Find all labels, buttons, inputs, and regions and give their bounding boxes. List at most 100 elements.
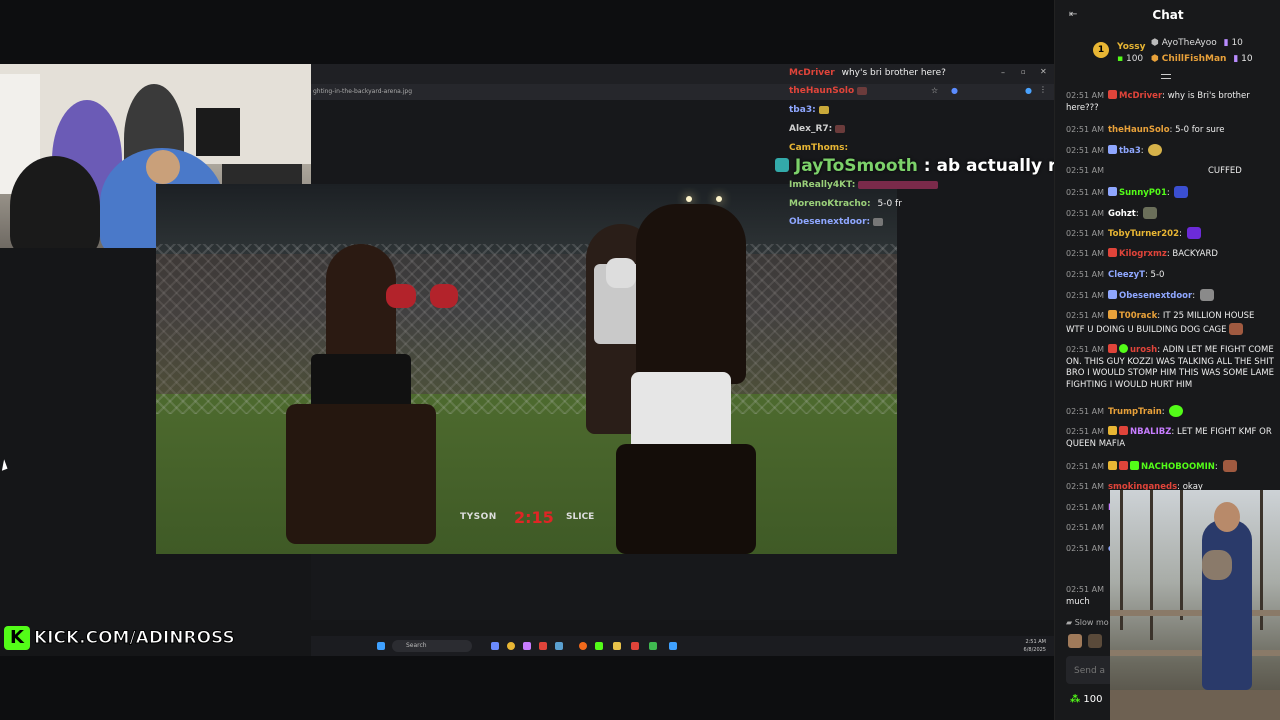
leaderboard-user-points: 10 (1241, 54, 1253, 64)
points-icon: ⁂ (1070, 694, 1081, 705)
window-close-icon[interactable]: ✕ (1040, 67, 1047, 76)
message-user[interactable]: NBALIBZ (1130, 427, 1171, 437)
points-value: 100 (1083, 694, 1103, 705)
message-user[interactable]: CleezyT (1108, 270, 1145, 280)
message-user[interactable]: NACHOBOOMIN (1141, 462, 1215, 472)
overlay-chat-row: Obesenextdoor: (789, 217, 883, 233)
file-explorer-icon[interactable] (613, 642, 621, 650)
overlay-chat-text: why's bri brother here? (841, 68, 946, 78)
bookmark-star-icon[interactable]: ☆ (931, 86, 938, 95)
slow-mode-icon: ▰ (1066, 618, 1073, 627)
chat-message: 02:51 AM NACHOBOOMIN: (1066, 460, 1274, 474)
taskbar-date: 6/8/2025 (1023, 647, 1046, 653)
chat-message: 02:51 AM much (1066, 584, 1110, 608)
profile-icon[interactable]: ● (1025, 86, 1032, 95)
gift-icon: ⬢ (1151, 54, 1159, 64)
taskbar-clock[interactable]: 2:51 AM 6/8/2025 (1024, 638, 1046, 654)
kick-app-icon[interactable] (595, 642, 603, 650)
leaderboard-user-points: 10 (1231, 38, 1243, 48)
emote-icon (1174, 186, 1189, 198)
message-user[interactable]: Kilogrxmz (1119, 249, 1167, 259)
chat-message: 02:51 AM SunnyP01: (1066, 186, 1274, 200)
overlay-chat-row: McDriver why's bri brother here? (789, 68, 946, 84)
featured-badge-icon (775, 158, 789, 172)
fighter-slice-legs (616, 444, 756, 554)
overlay-chat-user: tba3: (789, 105, 816, 115)
overlay-chat-row: MorenoKtracho: 5-0 fr (789, 199, 902, 215)
window-maximize-icon[interactable]: ▫ (1021, 68, 1026, 76)
kick-points-icon: ▪ (1117, 54, 1124, 64)
chat-message: 02:51 AMM (1066, 502, 1110, 515)
overlay-chat-user: MorenoKtracho: (789, 199, 871, 209)
guest-webcam (1110, 490, 1280, 720)
chat-message: 02:51 AMe (1066, 543, 1110, 556)
taskbar-app-icon[interactable] (539, 642, 547, 650)
crown-badge-icon (1107, 461, 1117, 470)
windows-start-icon[interactable] (377, 642, 385, 650)
fighter-left-name: TYSON (460, 512, 497, 522)
message-user[interactable]: Obesenextdoor (1119, 291, 1192, 301)
webcam-person-dark (10, 156, 100, 248)
leaderboard-user: ChillFishMan (1161, 54, 1227, 64)
fighter-tyson-glove-right (430, 284, 458, 308)
message-user[interactable]: theHaunSolo (1108, 125, 1170, 135)
menu-kebab-icon[interactable]: ⋮ (1039, 85, 1047, 94)
chatter-avatar[interactable] (1068, 634, 1082, 648)
windows-taskbar: Search 2:51 AM 6/8/2025 (311, 636, 1054, 656)
message-user[interactable]: SunnyP01 (1119, 188, 1167, 198)
webcam-tree (1120, 490, 1123, 630)
expand-leaderboard-icon[interactable] (1161, 74, 1171, 79)
message-user[interactable]: Gohzt (1108, 209, 1136, 219)
message-user[interactable]: TrumpTrain (1108, 407, 1162, 417)
badge-icon (1107, 187, 1117, 196)
steam-icon[interactable] (555, 642, 563, 650)
taskbar-app-icon[interactable] (631, 642, 639, 650)
badge-icon (1107, 90, 1117, 99)
emote-icon (1199, 289, 1214, 301)
extension-icon[interactable]: ● (951, 86, 958, 95)
taskbar-app-icon[interactable] (579, 642, 587, 650)
slow-mode-label: Slow mo (1074, 618, 1109, 627)
message-user[interactable]: urosh (1130, 345, 1157, 355)
fighter-right-name: SLICE (566, 512, 595, 522)
taskbar-app-icon[interactable] (669, 642, 677, 650)
chatter-avatar[interactable] (1088, 634, 1102, 648)
emote-icon (1222, 460, 1237, 472)
chat-message: 02:51 AM theHaunSolo: 5-0 for sure (1066, 125, 1225, 135)
taskbar-app-icon[interactable] (649, 642, 657, 650)
fighter-tyson-glove-left (386, 284, 416, 308)
slow-mode-indicator: ▰ Slow mo (1066, 618, 1109, 627)
window-minimize-icon[interactable]: – (1001, 68, 1005, 77)
message-time: 02:51 AM (1066, 291, 1104, 300)
video-grass (156, 394, 897, 554)
message-user[interactable]: tba3 (1119, 146, 1141, 156)
chat-message: 02:51 AM Obesenextdoor: (1066, 289, 1274, 303)
message-user[interactable]: T00rack (1119, 311, 1157, 321)
badge-icon (1107, 310, 1117, 319)
fight-score-overlay: TYSON 2:15 SLICE (456, 508, 616, 530)
message-text: much (1066, 596, 1090, 607)
message-user[interactable]: McDriver (1119, 91, 1162, 101)
leaderboard-user: AyoTheAyoo (1161, 38, 1217, 48)
leaderboard-third: ⬢ ChillFishMan ▮ 10 (1151, 54, 1253, 64)
video-light-left (686, 196, 692, 202)
address-url: ghting-in-the-backyard-arena.jpg (313, 88, 413, 95)
webcam-deck-rail (1110, 650, 1280, 656)
sub-badge-icon (1129, 461, 1139, 470)
channel-points[interactable]: ⁂ 100 (1070, 694, 1103, 705)
taskbar-search[interactable]: Search (392, 640, 472, 652)
crown-badge-icon (1107, 426, 1117, 435)
taskbar-app-icon[interactable] (491, 642, 499, 650)
overlay-chat-user: McDriver (789, 68, 835, 78)
kick-channel-url: KICK.COM/ADINROSS (34, 628, 236, 649)
address-bar[interactable]: ghting-in-the-backyard-arena.jpg ☆ ● ● ⋮ (311, 84, 1054, 100)
message-user[interactable]: TobyTurner202 (1108, 229, 1179, 239)
message-text: CUFFED (1207, 166, 1242, 176)
message-time: 02:51 AM (1066, 544, 1104, 553)
taskbar-app-icon[interactable] (523, 642, 531, 650)
video-light-right (716, 196, 722, 202)
chrome-icon[interactable] (507, 642, 515, 650)
message-time: 02:51 AM (1066, 462, 1104, 471)
chat-message: 02:51 AM tba3: (1066, 144, 1274, 158)
message-time: 02:51 AM (1066, 482, 1104, 491)
